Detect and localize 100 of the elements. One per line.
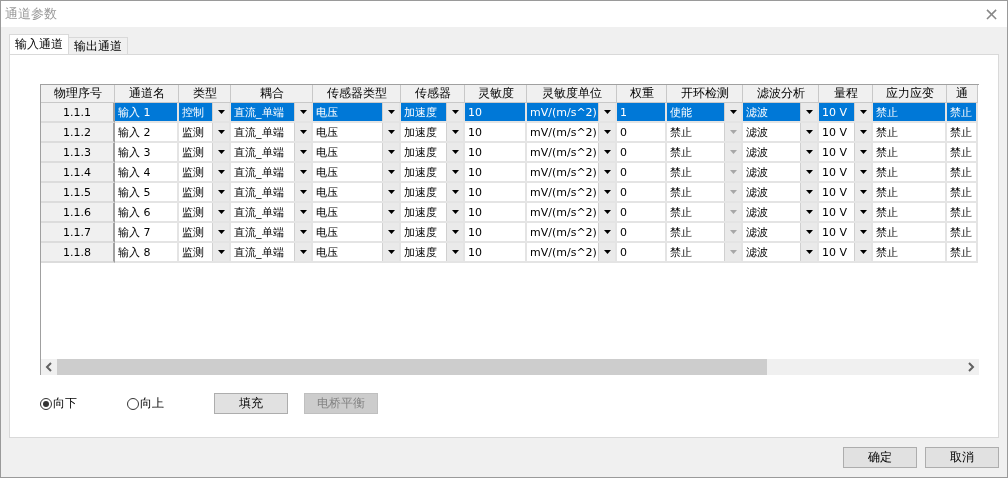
tab[interactable]: 输入通道 xyxy=(9,34,69,54)
combo-cell[interactable]: mV/(m/s^2) xyxy=(527,143,598,161)
combo-cell[interactable]: mV/(m/s^2) xyxy=(527,123,598,141)
combo-cell[interactable]: 使能 xyxy=(667,103,724,121)
combo-cell[interactable]: 直流_单端 xyxy=(231,103,294,121)
dropdown-button[interactable] xyxy=(598,203,615,221)
dropdown-button[interactable] xyxy=(800,123,817,141)
combo-cell[interactable]: 加速度 xyxy=(401,183,446,201)
dropdown-button[interactable] xyxy=(854,123,871,141)
combo-cell[interactable]: 滤波 xyxy=(743,203,800,221)
combo-cell[interactable]: 10 V xyxy=(819,183,854,201)
dropdown-button[interactable] xyxy=(294,243,311,261)
combo-cell[interactable]: 滤波 xyxy=(743,143,800,161)
dropdown-button[interactable] xyxy=(294,203,311,221)
dropdown-button[interactable] xyxy=(854,143,871,161)
combo-cell[interactable]: 滤波 xyxy=(743,243,800,261)
dropdown-button[interactable] xyxy=(800,163,817,181)
combo-cell[interactable]: 10 V xyxy=(819,223,854,241)
combo-cell[interactable]: 滤波 xyxy=(743,183,800,201)
combo-cell[interactable]: 直流_单端 xyxy=(231,183,294,201)
dropdown-button[interactable] xyxy=(294,123,311,141)
horizontal-scrollbar[interactable] xyxy=(41,359,979,375)
dropdown-button[interactable] xyxy=(800,223,817,241)
dropdown-button[interactable] xyxy=(598,243,615,261)
combo-cell[interactable]: 加速度 xyxy=(401,143,446,161)
dropdown-button[interactable] xyxy=(446,223,463,241)
combo-cell[interactable]: 滤波 xyxy=(743,163,800,181)
combo-cell[interactable]: 监测 xyxy=(179,203,212,221)
dropdown-button[interactable] xyxy=(382,183,399,201)
dropdown-button[interactable] xyxy=(446,203,463,221)
combo-cell[interactable]: 电压 xyxy=(313,143,382,161)
dropdown-button[interactable] xyxy=(598,123,615,141)
combo-cell[interactable]: 电压 xyxy=(313,223,382,241)
combo-cell[interactable]: 10 V xyxy=(819,243,854,261)
combo-cell[interactable]: 直流_单端 xyxy=(231,203,294,221)
combo-cell[interactable]: 监测 xyxy=(179,123,212,141)
combo-cell[interactable]: 监测 xyxy=(179,223,212,241)
dropdown-button[interactable] xyxy=(598,103,615,121)
combo-cell[interactable]: 电压 xyxy=(313,183,382,201)
dropdown-button[interactable] xyxy=(212,163,229,181)
dropdown-button[interactable] xyxy=(212,203,229,221)
dialog-button[interactable]: 取消 xyxy=(925,447,999,468)
dropdown-button[interactable] xyxy=(800,103,817,121)
dropdown-button[interactable] xyxy=(854,243,871,261)
dropdown-button[interactable] xyxy=(598,143,615,161)
dropdown-button[interactable] xyxy=(854,223,871,241)
combo-cell[interactable]: 监测 xyxy=(179,243,212,261)
dropdown-button[interactable] xyxy=(854,203,871,221)
radio-option[interactable]: 向下 xyxy=(40,395,77,412)
close-button[interactable]: × xyxy=(983,5,999,23)
dropdown-button[interactable] xyxy=(854,183,871,201)
dropdown-button[interactable] xyxy=(854,163,871,181)
dropdown-button[interactable] xyxy=(446,143,463,161)
dropdown-button[interactable] xyxy=(382,243,399,261)
scrollbar-thumb[interactable] xyxy=(57,359,767,375)
dropdown-button[interactable] xyxy=(294,103,311,121)
action-button[interactable]: 填充 xyxy=(214,393,288,414)
combo-cell[interactable]: 直流_单端 xyxy=(231,163,294,181)
dropdown-button[interactable] xyxy=(446,103,463,121)
combo-cell[interactable]: 控制 xyxy=(179,103,212,121)
dropdown-button[interactable] xyxy=(446,123,463,141)
dropdown-button[interactable] xyxy=(294,183,311,201)
dropdown-button[interactable] xyxy=(598,163,615,181)
combo-cell[interactable]: 直流_单端 xyxy=(231,143,294,161)
dropdown-button[interactable] xyxy=(854,103,871,121)
combo-cell[interactable]: 电压 xyxy=(313,203,382,221)
dropdown-button[interactable] xyxy=(212,243,229,261)
tab[interactable]: 输出通道 xyxy=(68,37,128,54)
combo-cell[interactable]: 监测 xyxy=(179,143,212,161)
combo-cell[interactable]: 监测 xyxy=(179,183,212,201)
combo-cell[interactable]: 加速度 xyxy=(401,243,446,261)
dropdown-button[interactable] xyxy=(212,143,229,161)
dialog-button[interactable]: 确定 xyxy=(843,447,917,468)
combo-cell[interactable]: 加速度 xyxy=(401,163,446,181)
dropdown-button[interactable] xyxy=(382,203,399,221)
dropdown-button[interactable] xyxy=(446,183,463,201)
dropdown-button[interactable] xyxy=(212,223,229,241)
combo-cell[interactable]: 电压 xyxy=(313,103,382,121)
dropdown-button[interactable] xyxy=(446,163,463,181)
combo-cell[interactable]: 电压 xyxy=(313,123,382,141)
dropdown-button[interactable] xyxy=(382,143,399,161)
dropdown-button[interactable] xyxy=(724,103,741,121)
combo-cell[interactable]: 滤波 xyxy=(743,123,800,141)
dropdown-button[interactable] xyxy=(382,103,399,121)
combo-cell[interactable]: 直流_单端 xyxy=(231,123,294,141)
combo-cell[interactable]: 10 V xyxy=(819,203,854,221)
dropdown-button[interactable] xyxy=(382,223,399,241)
dropdown-button[interactable] xyxy=(446,243,463,261)
combo-cell[interactable]: mV/(m/s^2) xyxy=(527,243,598,261)
combo-cell[interactable]: 10 V xyxy=(819,123,854,141)
dropdown-button[interactable] xyxy=(800,203,817,221)
dropdown-button[interactable] xyxy=(212,183,229,201)
combo-cell[interactable]: 滤波 xyxy=(743,223,800,241)
combo-cell[interactable]: 加速度 xyxy=(401,223,446,241)
dropdown-button[interactable] xyxy=(212,103,229,121)
dropdown-button[interactable] xyxy=(294,223,311,241)
dropdown-button[interactable] xyxy=(800,183,817,201)
combo-cell[interactable]: 直流_单端 xyxy=(231,223,294,241)
combo-cell[interactable]: 电压 xyxy=(313,243,382,261)
combo-cell[interactable]: 加速度 xyxy=(401,123,446,141)
